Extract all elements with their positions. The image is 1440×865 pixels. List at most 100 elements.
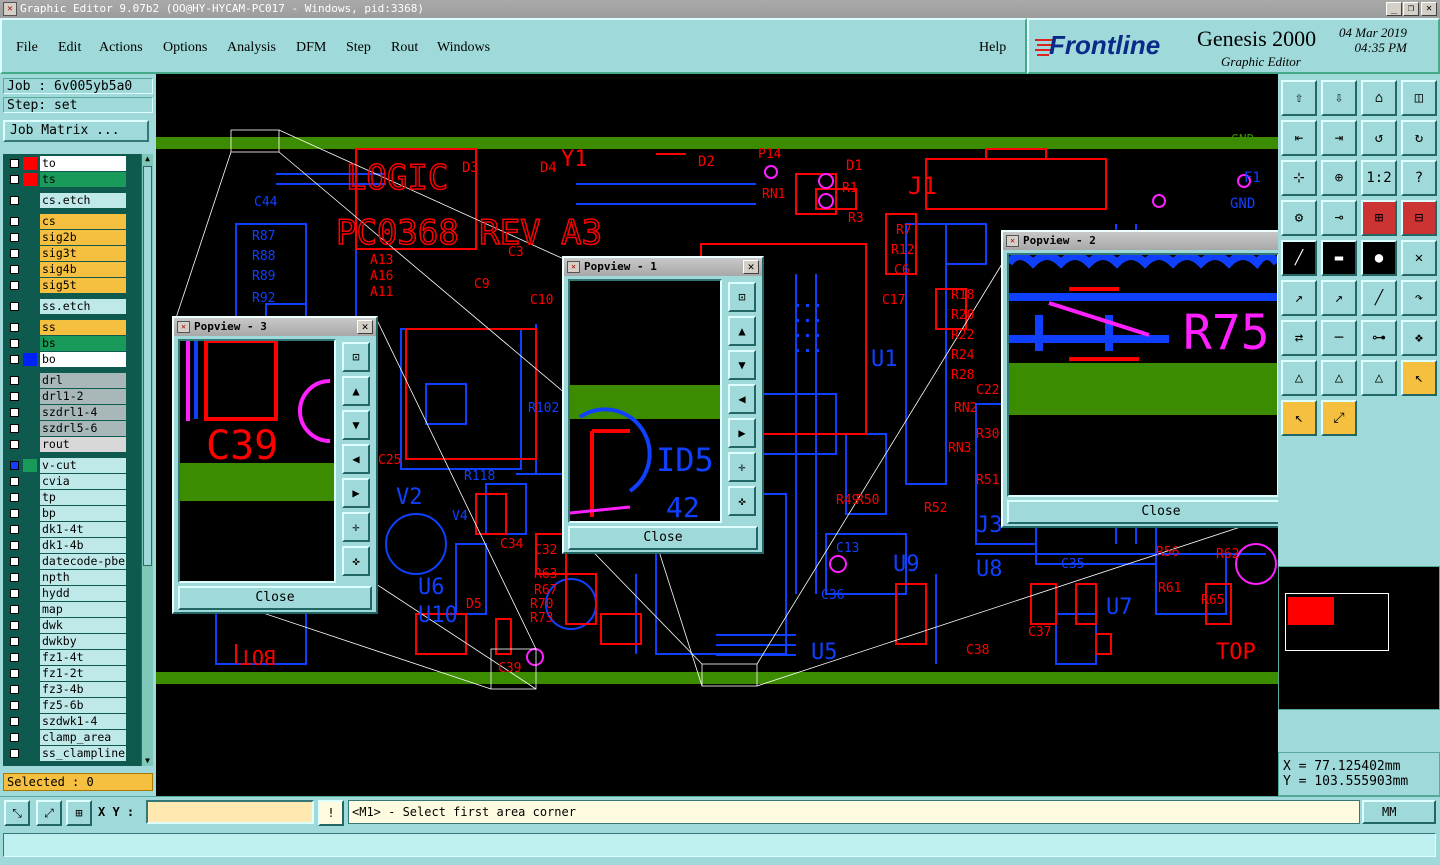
grid-icon[interactable]: ⊞ [66,800,92,826]
minus-icon[interactable]: ─ [1321,320,1357,356]
select2-icon[interactable]: ↖ [1281,400,1317,436]
layer-name[interactable]: dwk [40,618,126,633]
layer-name[interactable]: sig2b [40,230,126,245]
popview-3-zoom-out-icon[interactable]: ✜ [342,546,370,576]
redraw-icon[interactable]: ↻ [1401,120,1437,156]
layer-name[interactable]: bs [40,336,126,351]
layer-checkbox[interactable] [10,525,19,534]
layer-color-swatch[interactable] [23,603,37,616]
popview-1-view[interactable]: ID5 42 [568,279,722,523]
layer-row[interactable]: sig5t [5,278,141,293]
layer-checkbox[interactable] [10,493,19,502]
layer-checkbox[interactable] [10,589,19,598]
layer-color-swatch[interactable] [23,438,37,451]
layer-checkbox[interactable] [10,159,19,168]
layer-color-swatch[interactable] [23,247,37,260]
layer-name[interactable]: dwkby [40,634,126,649]
popview-1-fit-icon[interactable]: ⊡ [728,282,756,312]
measure-icon[interactable]: ⤢ [36,800,62,826]
layer-checkbox[interactable] [10,196,19,205]
curve-icon[interactable]: ↷ [1401,280,1437,316]
layer-row[interactable]: fz3-4b [5,682,141,697]
layer-name[interactable]: cs.etch [40,193,126,208]
popview-1-down-icon[interactable]: ▼ [728,350,756,380]
layer-color-swatch[interactable] [23,279,37,292]
panel-icon[interactable]: ◫ [1401,80,1437,116]
layer-name[interactable]: fz1-4t [40,650,126,665]
app-icon[interactable]: ✕ [3,2,17,16]
layer-row[interactable]: cs.etch [5,193,141,208]
zoom-next-icon[interactable]: ⇥ [1321,120,1357,156]
layer-row[interactable]: npth [5,570,141,585]
layer-color-swatch[interactable] [23,491,37,504]
layer-checkbox[interactable] [10,339,19,348]
arc2-icon[interactable]: ↗ [1321,280,1357,316]
layer-name[interactable]: fz1-2t [40,666,126,681]
line-icon[interactable]: ╱ [1281,240,1317,276]
layer-name[interactable]: sig5t [40,278,126,293]
layer-color-swatch[interactable] [23,747,37,760]
layer-checkbox[interactable] [10,509,19,518]
layer-checkbox[interactable] [10,557,19,566]
layer-row[interactable]: szdrl5-6 [5,421,141,436]
layer-color-swatch[interactable] [23,353,37,366]
tool-icon[interactable]: ⚙ [1281,200,1317,236]
layer-name[interactable]: szdrl1-4 [40,405,126,420]
popview-3-fit-icon[interactable]: ⊡ [342,342,370,372]
snap-icon[interactable]: ⤡ [4,800,30,826]
layer-checkbox[interactable] [10,302,19,311]
layer-color-swatch[interactable] [23,539,37,552]
menu-help[interactable]: Help [979,40,1006,56]
layer-checkbox[interactable] [10,355,19,364]
layer-name[interactable]: dk1-4t [40,522,126,537]
layer-name[interactable]: ss_clampline [40,746,126,761]
layer-name[interactable]: ts [40,172,126,187]
scroll-down-icon[interactable]: ▼ [143,756,152,766]
layer-checkbox[interactable] [10,605,19,614]
menu-dfm[interactable]: DFM [296,40,326,56]
connect-icon[interactable]: ⤢ [1321,400,1357,436]
layer-row[interactable]: bs [5,336,141,351]
layer-row[interactable]: rout [5,437,141,452]
layer-row[interactable]: hydd [5,586,141,601]
layer-checkbox[interactable] [10,281,19,290]
popview-1-close-x[interactable]: ✕ [743,260,759,274]
layer-name[interactable]: datecode-pbe [40,554,126,569]
snap2-icon[interactable]: ⊟ [1401,200,1437,236]
home-in-icon[interactable]: ⇧ [1281,80,1317,116]
menu-step[interactable]: Step [346,40,371,56]
layer-checkbox[interactable] [10,669,19,678]
layer-row[interactable]: szdwk1-4 [5,714,141,729]
home-out-icon[interactable]: ⇩ [1321,80,1357,116]
layer-checkbox[interactable] [10,717,19,726]
layer-row[interactable]: clamp_area [5,730,141,745]
layer-name[interactable]: bo [40,352,126,367]
layer-row[interactable]: dwkby [5,634,141,649]
one-to-one-icon[interactable]: 1:2 [1361,160,1397,196]
layer-checkbox[interactable] [10,637,19,646]
layer-name[interactable]: fz5-6b [40,698,126,713]
layer-checkbox[interactable] [10,175,19,184]
help-icon[interactable]: ? [1401,160,1437,196]
pan-icon[interactable]: ↺ [1361,120,1397,156]
popview-3-close-x[interactable]: ✕ [357,320,373,334]
layer-name[interactable]: to [40,156,126,171]
triangle2-icon[interactable]: △ [1321,360,1357,396]
layer-checkbox[interactable] [10,685,19,694]
popview-2-view[interactable]: R75 [1007,253,1278,497]
layer-row[interactable]: drl [5,373,141,388]
measure-icon[interactable]: ⊸ [1321,200,1357,236]
popview-1-left-icon[interactable]: ◀ [728,384,756,414]
layer-scrollbar[interactable]: ▲ ▼ [141,154,153,766]
menu-windows[interactable]: Windows [437,40,490,56]
layer-name[interactable]: szdrl5-6 [40,421,126,436]
layer-name[interactable]: ss [40,320,126,335]
layer-color-swatch[interactable] [23,390,37,403]
layer-checkbox[interactable] [10,217,19,226]
layer-name[interactable]: dk1-4b [40,538,126,553]
arc-icon[interactable]: ↗ [1281,280,1317,316]
layer-color-swatch[interactable] [23,523,37,536]
layer-checkbox[interactable] [10,376,19,385]
layer-row[interactable]: dwk [5,618,141,633]
layer-checkbox[interactable] [10,233,19,242]
